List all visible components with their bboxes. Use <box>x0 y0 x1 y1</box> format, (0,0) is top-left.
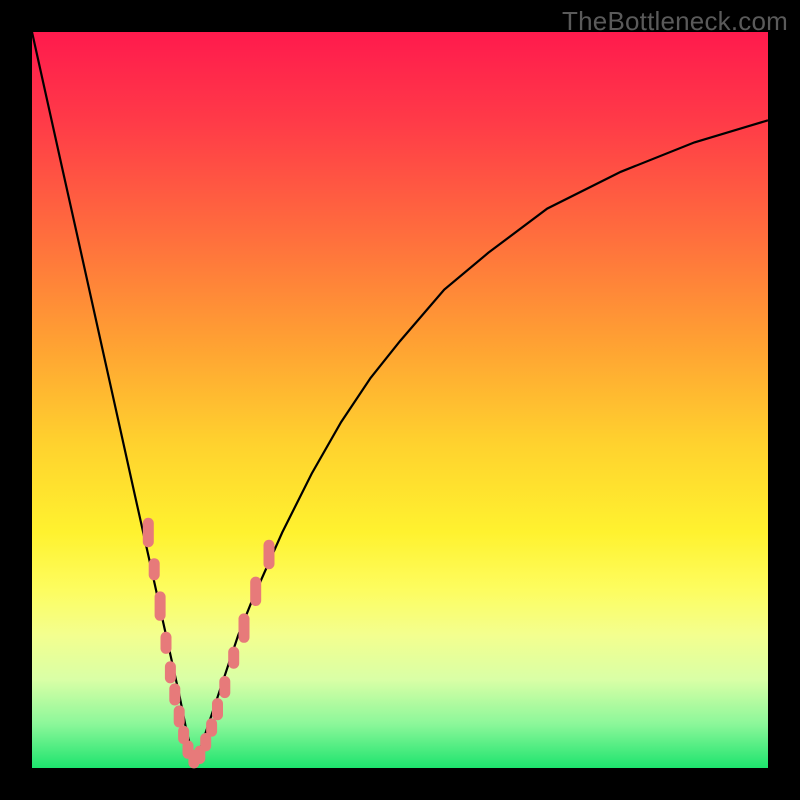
curve-marker <box>239 613 250 642</box>
curve-marker <box>264 540 275 569</box>
curve-marker <box>250 577 261 606</box>
curve-marker <box>169 683 180 705</box>
chart-frame: TheBottleneck.com <box>0 0 800 800</box>
curve-marker <box>228 647 239 669</box>
plot-area <box>32 32 768 768</box>
curve-marker <box>143 518 154 547</box>
watermark-text: TheBottleneck.com <box>562 6 788 37</box>
curve-marker <box>149 558 160 580</box>
curve-marker <box>174 705 185 727</box>
curve-marker <box>165 661 176 683</box>
curve-marker <box>206 718 217 736</box>
curve-marker <box>161 632 172 654</box>
curve-marker <box>212 698 223 720</box>
curve-marker <box>219 676 230 698</box>
bottleneck-curve <box>32 32 768 761</box>
curve-marker <box>155 591 166 620</box>
curve-layer <box>32 32 768 768</box>
